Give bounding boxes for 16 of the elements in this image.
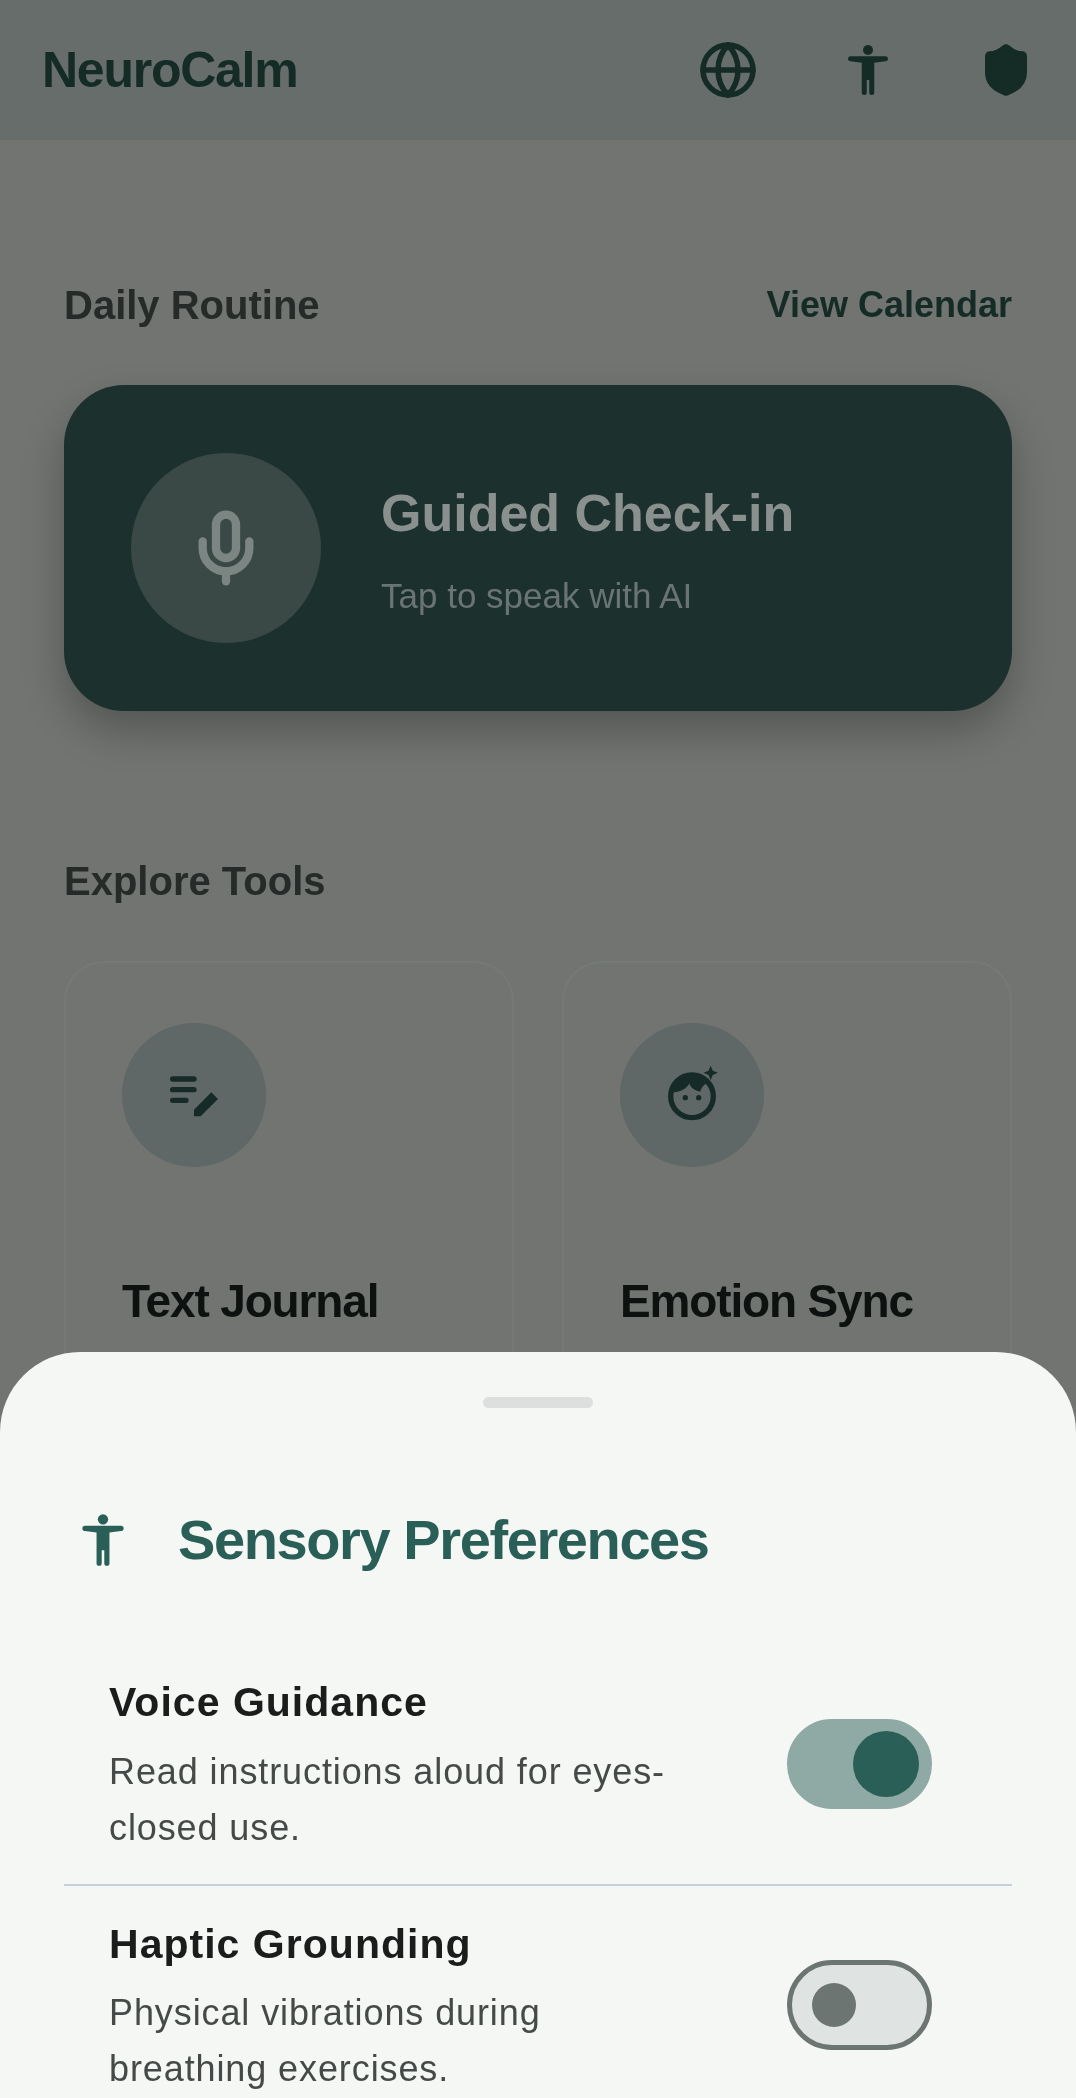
check-in-card[interactable]: Guided Check-in Tap to speak with AI: [64, 385, 1012, 711]
section-heading: Daily Routine: [64, 282, 320, 329]
tool-title: Emotion Sync: [620, 1275, 913, 1327]
section-heading: Explore Tools: [64, 859, 326, 903]
globe-icon[interactable]: [698, 40, 758, 100]
setting-description: Read instructions aloud for eyes-closed use.: [109, 1749, 666, 1850]
setting-title: Voice Guidance: [109, 1678, 429, 1727]
setting-title: Haptic Grounding: [109, 1919, 473, 1969]
drag-handle[interactable]: [483, 1397, 593, 1408]
card-subtitle: Tap to speak with AI: [381, 574, 694, 617]
setting-description: Physical vibrations during breathing exercises.: [109, 1991, 542, 2091]
app-title: NeuroCalm: [42, 40, 298, 100]
tool-title: Text Journal: [122, 1275, 379, 1327]
sheet-title: Sensory Preferences: [178, 1507, 709, 1573]
view-calendar-link[interactable]: View Calendar: [766, 278, 1012, 332]
card-title: Guided Check-in: [381, 482, 795, 544]
